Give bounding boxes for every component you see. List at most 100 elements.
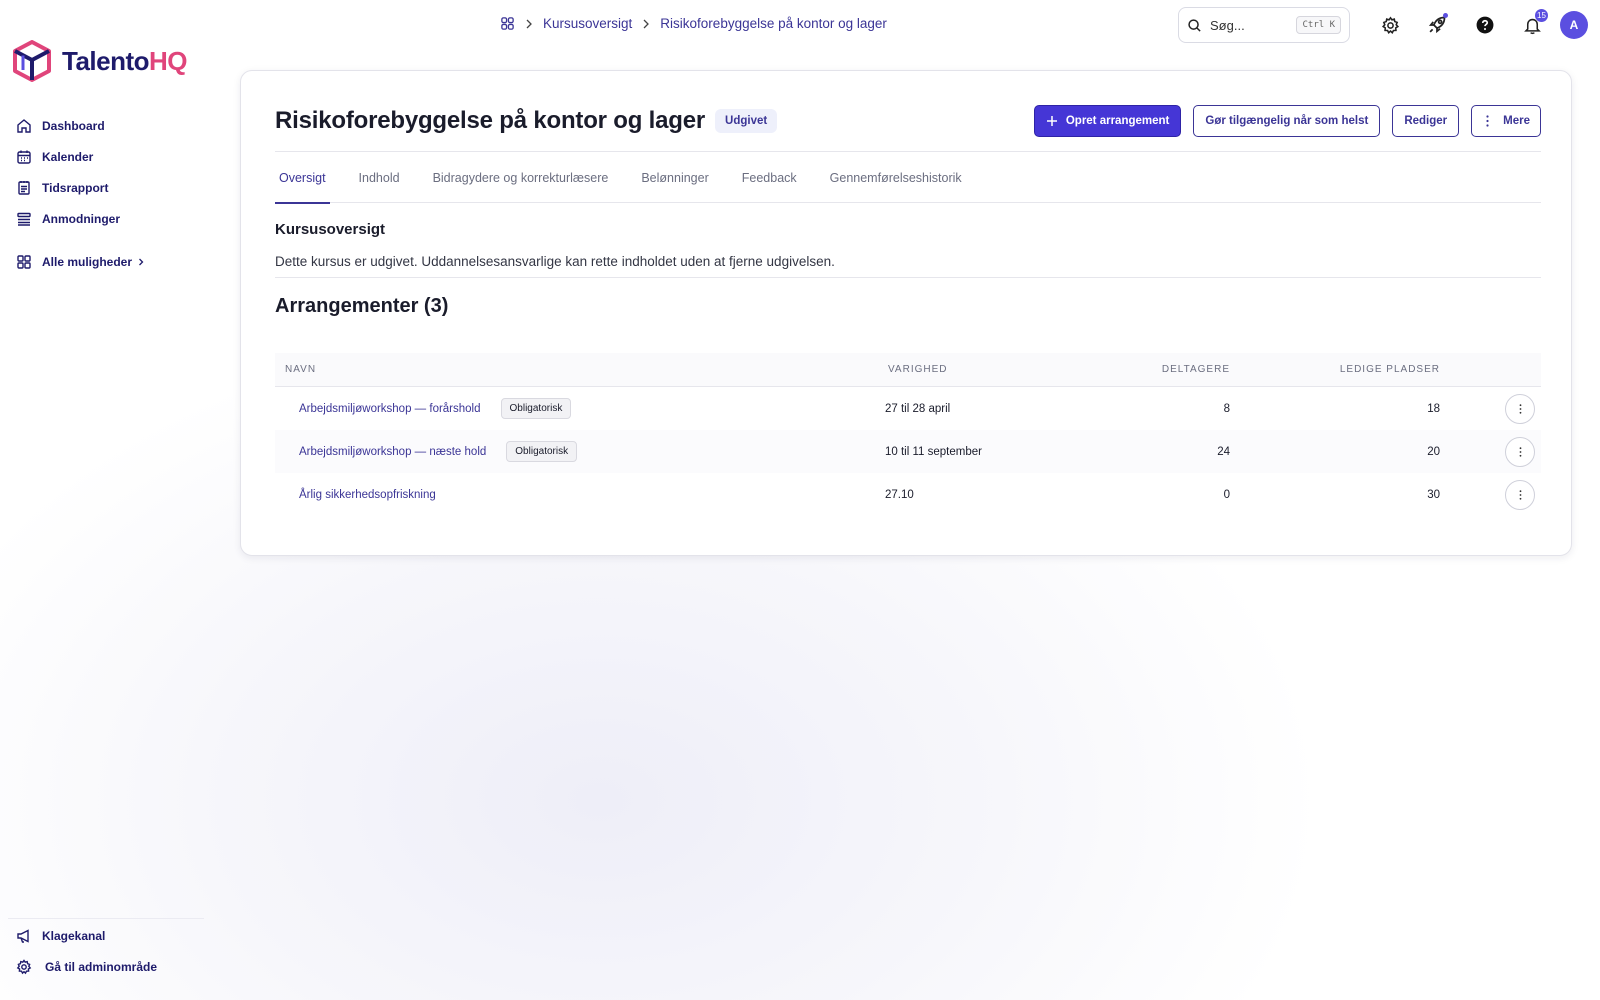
notifications-button[interactable]: 15 — [1520, 9, 1548, 37]
create-event-button[interactable]: Opret arrangement — [1033, 105, 1182, 137]
event-duration: 27 til 28 april — [885, 402, 951, 415]
column-header-duration[interactable]: Varighed — [885, 364, 1130, 375]
sidebar-bottom: Klagekanal Gå til adminområde — [16, 920, 157, 982]
more-button[interactable]: Mere — [1471, 105, 1541, 137]
search-input[interactable]: Søg... — [1210, 18, 1288, 33]
column-header-participants[interactable]: Deltagere — [1130, 364, 1230, 375]
event-duration: 27.10 — [885, 488, 914, 501]
section-divider — [275, 277, 1541, 278]
overview-title: Kursusoversigt — [275, 221, 386, 238]
list-icon — [17, 212, 31, 226]
megaphone-icon — [17, 928, 29, 943]
search-box[interactable]: Søg... Ctrl K — [1178, 7, 1350, 43]
tab-oversigt[interactable]: Oversigt — [275, 163, 330, 204]
apps-grid-icon[interactable] — [500, 16, 515, 31]
gear-icon — [1381, 15, 1399, 34]
edit-label: Rediger — [1404, 115, 1448, 127]
course-card: Risikoforebyggelse på kontor og lager Ud… — [240, 70, 1572, 556]
new-indicator-dot — [1443, 13, 1448, 18]
more-label: Mere — [1503, 115, 1530, 127]
sidebar-item-label: Alle muligheder — [42, 254, 133, 269]
timesheet-icon — [18, 180, 30, 195]
row-actions-button[interactable] — [1505, 436, 1535, 467]
kebab-icon — [1486, 115, 1489, 127]
table-row: Arbejdsmiljøworkshop — forårshold Obliga… — [275, 387, 1541, 430]
breadcrumb-course-overview[interactable]: Kursusoversigt — [543, 16, 632, 31]
sidebar-item-anmodninger[interactable]: Anmodninger — [16, 203, 145, 234]
sidebar-nav: Dashboard Kalender Tidsrapport Anmodning… — [16, 110, 145, 277]
help-icon — [1476, 16, 1494, 34]
help-button[interactable] — [1473, 13, 1497, 37]
breadcrumb: Kursusoversigt Risikoforebyggelse på kon… — [500, 16, 887, 31]
edit-button[interactable]: Rediger — [1392, 105, 1460, 137]
sidebar-item-label: Anmodninger — [42, 211, 120, 226]
events-table: Navn Varighed Deltagere Ledige pladser A… — [275, 353, 1541, 516]
sidebar-item-label: Dashboard — [42, 118, 105, 133]
topbar: Kursusoversigt Risikoforebyggelse på kon… — [0, 0, 1600, 50]
whats-new-button[interactable] — [1425, 13, 1449, 37]
event-participants: 24 — [1217, 445, 1230, 458]
kebab-icon — [1519, 489, 1521, 500]
row-actions-button[interactable] — [1505, 479, 1535, 510]
kebab-icon — [1519, 446, 1521, 457]
tab-historik[interactable]: Gennemførelseshistorik — [830, 163, 962, 203]
tab-indhold[interactable]: Indhold — [359, 163, 400, 203]
sidebar-item-admin[interactable]: Gå til adminområde — [16, 951, 157, 982]
table-header: Navn Varighed Deltagere Ledige pladser — [275, 353, 1541, 387]
make-available-button[interactable]: Gør tilgængelig når som helst — [1193, 105, 1381, 137]
course-header: Risikoforebyggelse på kontor og lager Ud… — [275, 103, 1541, 139]
grid-icon — [17, 254, 31, 269]
event-duration: 10 til 11 september — [885, 445, 982, 458]
sidebar-item-klagekanal[interactable]: Klagekanal — [16, 920, 157, 951]
row-actions-button[interactable] — [1505, 393, 1535, 424]
search-icon — [1188, 18, 1201, 32]
chevron-right-icon — [643, 19, 650, 28]
column-header-name[interactable]: Navn — [275, 364, 885, 375]
event-free-seats: 18 — [1427, 402, 1440, 415]
mandatory-tag: Obligatorisk — [506, 441, 578, 462]
event-free-seats: 30 — [1427, 488, 1440, 501]
course-actions: Opret arrangement Gør tilgængelig når so… — [1033, 105, 1541, 137]
overview-description: Dette kursus er udgivet. Uddannelsesansv… — [275, 254, 835, 269]
chevron-right-icon — [139, 258, 144, 265]
sidebar-item-label: Kalender — [42, 149, 94, 164]
sidebar-item-label: Klagekanal — [42, 928, 106, 943]
sidebar: TalentoHQ Dashboard Kalender Tidsrapport… — [0, 0, 210, 1000]
sidebar-divider — [8, 918, 204, 919]
brand-accent: HQ — [149, 45, 188, 76]
course-tabs: Oversigt Indhold Bidragydere og korrektu… — [275, 163, 1541, 204]
sidebar-item-kalender[interactable]: Kalender — [16, 141, 145, 172]
events-title: Arrangementer (3) — [275, 295, 449, 317]
column-header-free-seats[interactable]: Ledige pladser — [1230, 364, 1440, 375]
chevron-right-icon — [526, 19, 532, 28]
notification-count-badge: 15 — [1535, 9, 1548, 22]
search-shortcut: Ctrl K — [1296, 16, 1341, 34]
table-row: Årlig sikkerhedsopfriskning 27.10 0 30 — [275, 473, 1541, 516]
mandatory-tag: Obligatorisk — [500, 398, 572, 419]
rocket-icon — [1428, 16, 1446, 34]
brand-name: Talento — [62, 45, 150, 76]
plus-icon — [1046, 116, 1057, 126]
avatar[interactable]: A — [1560, 11, 1588, 39]
event-link[interactable]: Arbejdsmiljøworkshop — forårshold — [299, 403, 481, 415]
kebab-icon — [1519, 403, 1521, 414]
sidebar-item-dashboard[interactable]: Dashboard — [16, 110, 145, 141]
sidebar-item-label: Tidsrapport — [42, 180, 109, 195]
settings-button[interactable] — [1378, 13, 1402, 37]
make-available-label: Gør tilgængelig når som helst — [1205, 115, 1369, 127]
page-title: Risikoforebyggelse på kontor og lager — [275, 107, 706, 134]
create-event-label: Opret arrangement — [1065, 115, 1170, 127]
tab-bidragydere[interactable]: Bidragydere og korrekturlæsere — [433, 163, 609, 203]
event-link[interactable]: Årlig sikkerhedsopfriskning — [299, 489, 436, 501]
tab-beloenninger[interactable]: Belønninger — [641, 163, 708, 203]
event-participants: 8 — [1223, 402, 1230, 415]
calendar-icon — [17, 150, 31, 164]
home-icon — [17, 118, 31, 133]
sidebar-item-tidsrapport[interactable]: Tidsrapport — [16, 172, 145, 203]
header-divider — [275, 151, 1541, 152]
sidebar-item-all-options[interactable]: Alle muligheder — [16, 246, 145, 277]
breadcrumb-current-course[interactable]: Risikoforebyggelse på kontor og lager — [660, 16, 887, 31]
status-badge: Udgivet — [715, 109, 778, 133]
event-link[interactable]: Arbejdsmiljøworkshop — næste hold — [299, 446, 486, 458]
tab-feedback[interactable]: Feedback — [742, 163, 797, 203]
